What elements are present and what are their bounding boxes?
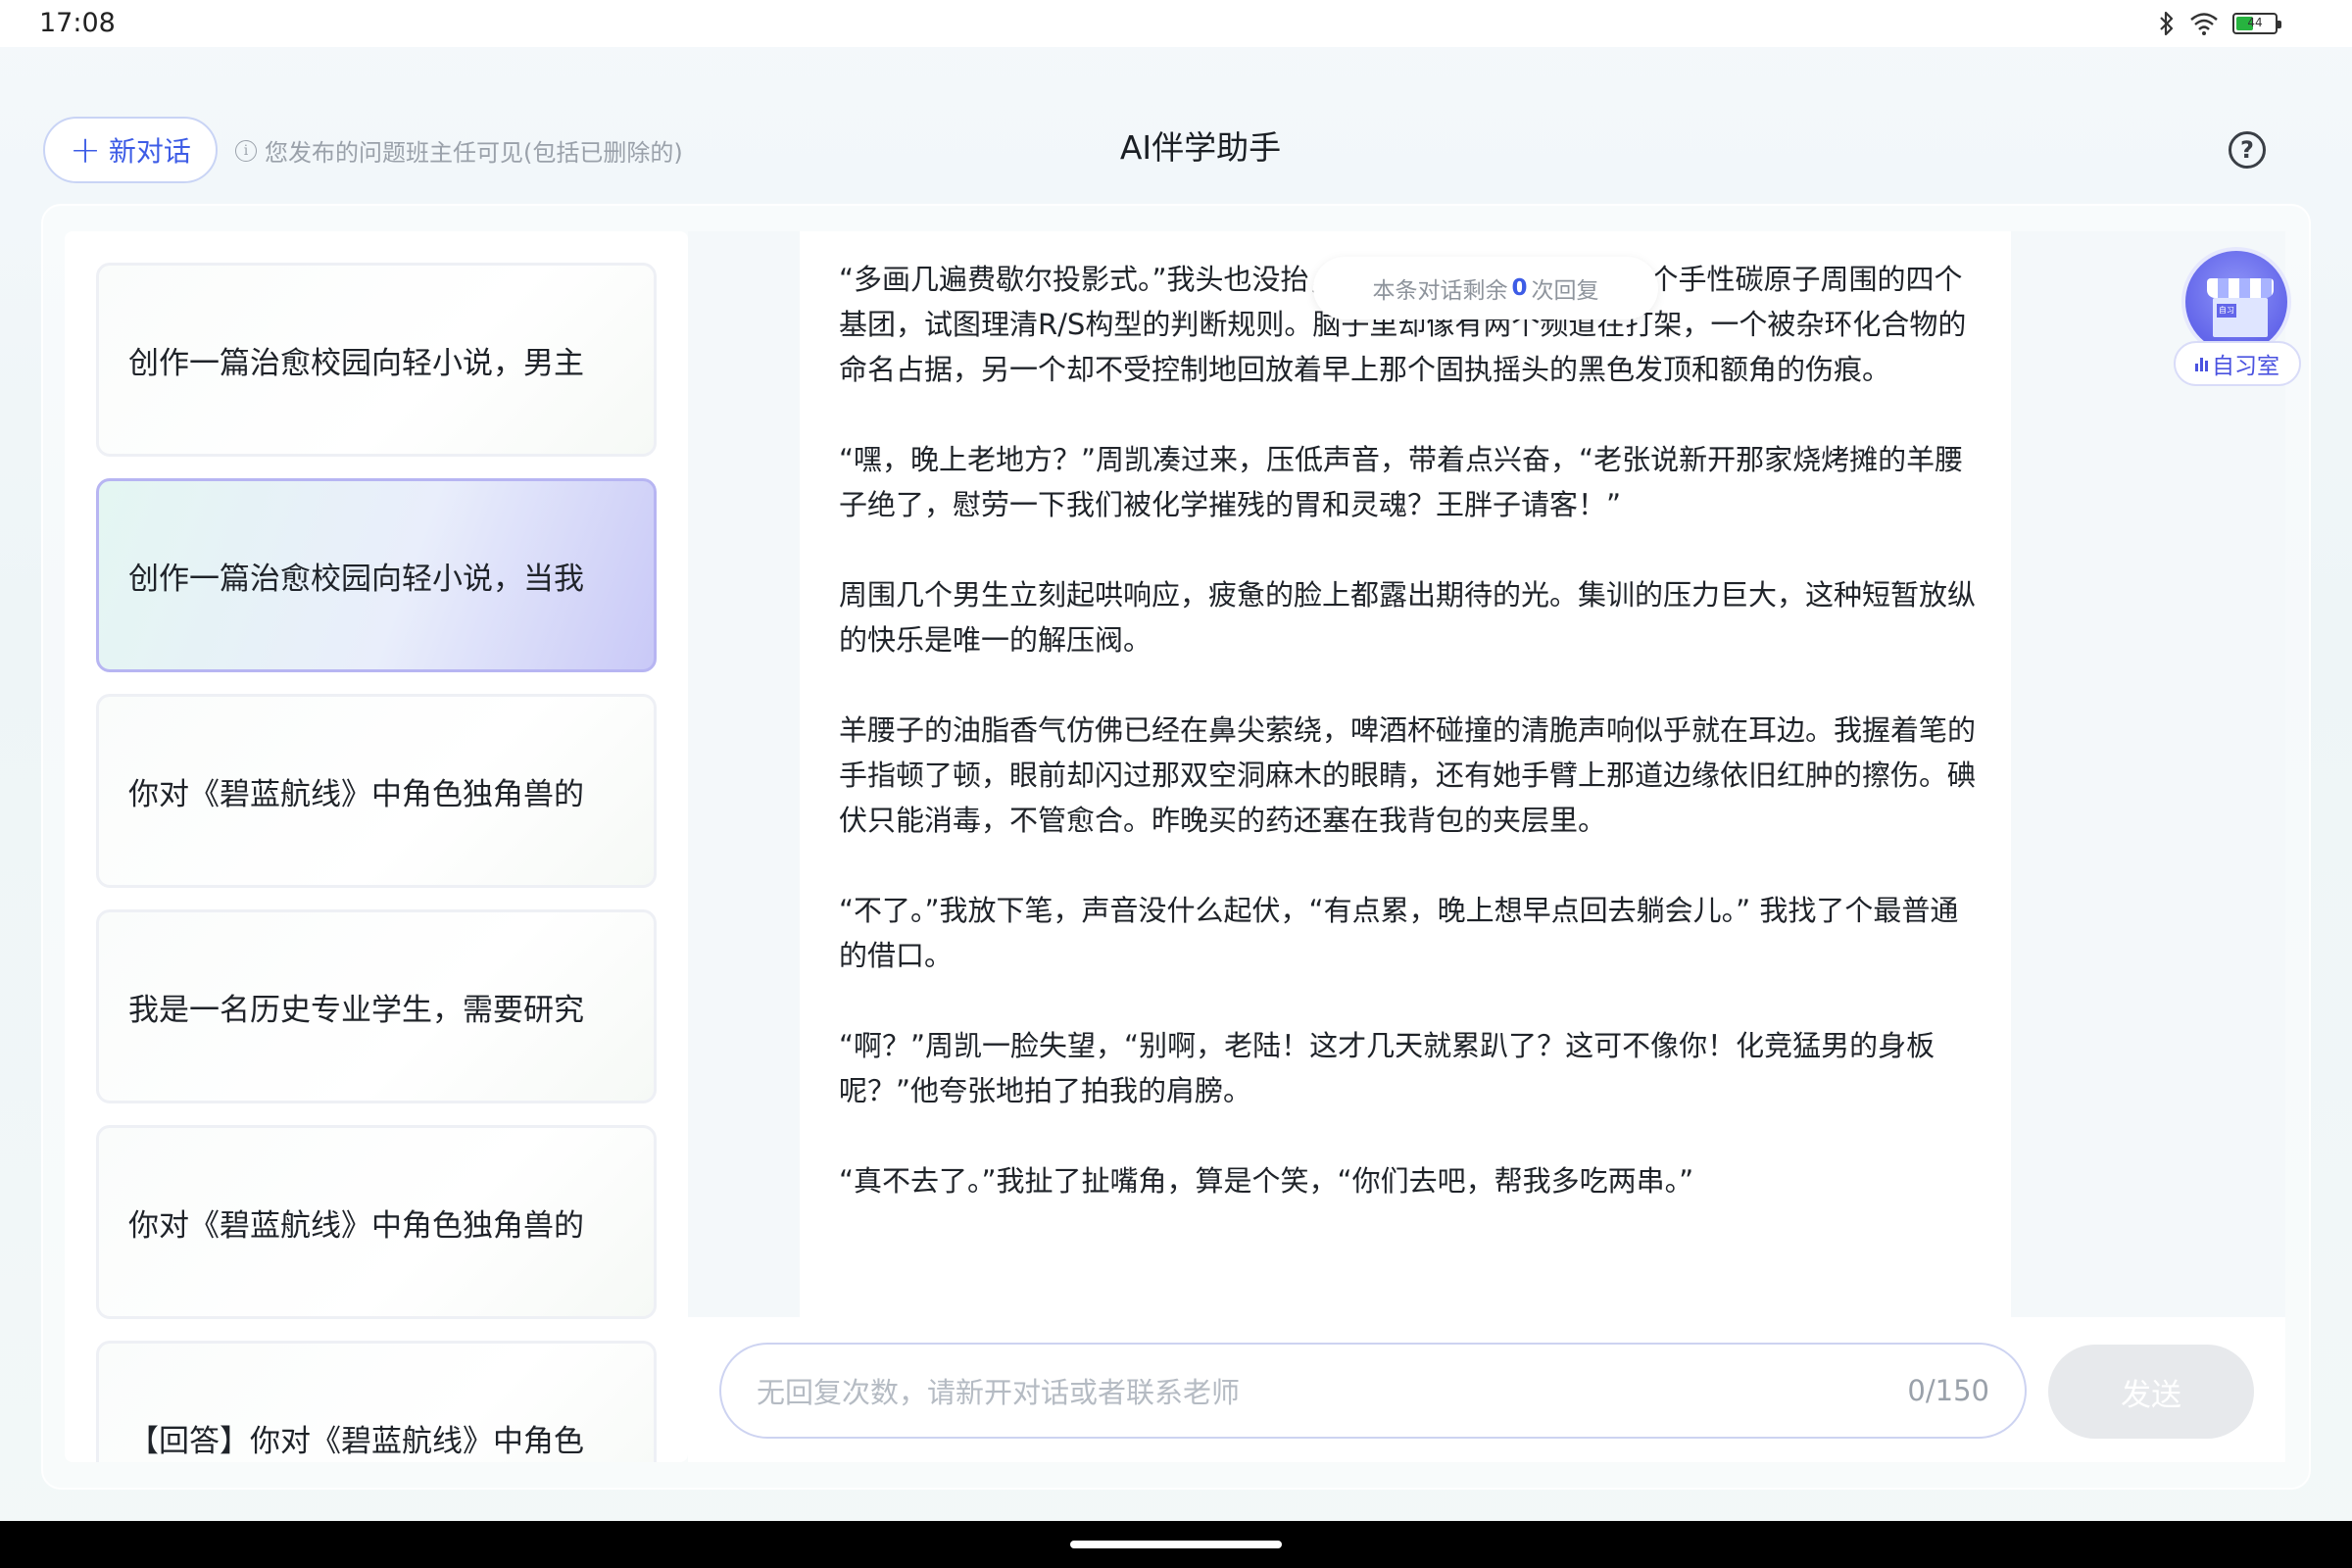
status-icons: 44 [2158,10,2281,37]
char-counter: 0/150 [1907,1374,1989,1407]
message-paragraph: “真不去了。”我扯了扯嘴角，算是个笑，“你们去吧，帮我多吃两串。” [839,1164,1694,1198]
status-bar: 17:08 44 [0,0,2352,47]
study-room-label-pill: 自习室 [2174,341,2301,386]
store-awning [2207,278,2274,298]
study-room-label: 自习室 [2212,354,2279,379]
message-paragraph: “嘿，晚上老地方？”周凯凑过来，压低声音，带着点兴奋，“老张说新开那家烧烤摊的羊… [839,443,1964,521]
battery-level: 44 [2247,16,2263,29]
bar-chart-icon [2195,356,2208,371]
conversation-item[interactable]: 你对《碧蓝航线》中角色独角兽的 [96,694,657,888]
bluetooth-icon [2160,11,2174,36]
message-paragraph: “不了。”我放下笔，声音没什么起伏，“有点累，晚上想早点回去躺会儿。” 我找了个… [839,894,1959,972]
help-icon[interactable]: ? [2229,131,2266,169]
store-sign: 自习 [2217,304,2236,318]
home-indicator[interactable] [1070,1541,1282,1548]
wifi-icon [2190,13,2218,35]
conversation-item[interactable]: 你对《碧蓝航线》中角色独角兽的 [96,1125,657,1319]
screen: 17:08 44 + 新对话 i 您发布的问题班主任可见(包括已删除的) AI伴… [0,0,2352,1568]
message-paragraph: “啊？”周凯一脸失望，“别啊，老陆！这才几天就累趴了？这可不像你！化竞猛男的身板… [839,1029,1936,1107]
battery-icon: 44 [2232,13,2281,34]
reply-input[interactable]: 无回复次数，请新开对话或者联系老师 0/150 [719,1343,2027,1439]
remaining-count: 0 [1511,275,1528,301]
conversation-sidebar: 创作一篇治愈校园向轻小说，男主 创作一篇治愈校园向轻小说，当我 你对《碧蓝航线》… [65,231,688,1462]
conversation-item[interactable]: 我是一名历史专业学生，需要研究 [96,909,657,1103]
study-room-button[interactable]: 自习 自习室 [2174,247,2301,394]
message-paragraph: 羊腰子的油脂香气仿佛已经在鼻尖萦绕，啤酒杯碰撞的清脆声响似乎就在耳边。我握着笔的… [839,713,1977,837]
message-paragraph: 周围几个男生立刻起哄响应，疲惫的脸上都露出期待的光。集训的压力巨大，这种短暂放纵… [839,578,1977,657]
status-time: 17:08 [39,8,116,38]
reply-input-placeholder: 无回复次数，请新开对话或者联系老师 [757,1376,1241,1409]
remaining-replies-pill: 本条对话剩余 0 次回复 [1313,257,1658,319]
conversation-item-active[interactable]: 创作一篇治愈校园向轻小说，当我 [96,478,657,672]
page-title: AI伴学助手 [1119,128,1282,167]
send-button[interactable]: 发送 [2048,1345,2254,1439]
ai-message-text: “多画几遍费歇尔投影式。”我头也没抬，笔尖在草稿纸上勾勒着一个手性碳原子周围的四… [839,257,1976,1249]
conversation-item[interactable]: 【回答】你对《碧蓝航线》中角色 [96,1341,657,1462]
conversation-item[interactable]: 创作一篇治愈校园向轻小说，男主 [96,263,657,457]
navigation-bar [0,1521,2352,1568]
remaining-suffix: 次回复 [1531,278,1599,304]
remaining-prefix: 本条对话剩余 [1372,278,1508,304]
